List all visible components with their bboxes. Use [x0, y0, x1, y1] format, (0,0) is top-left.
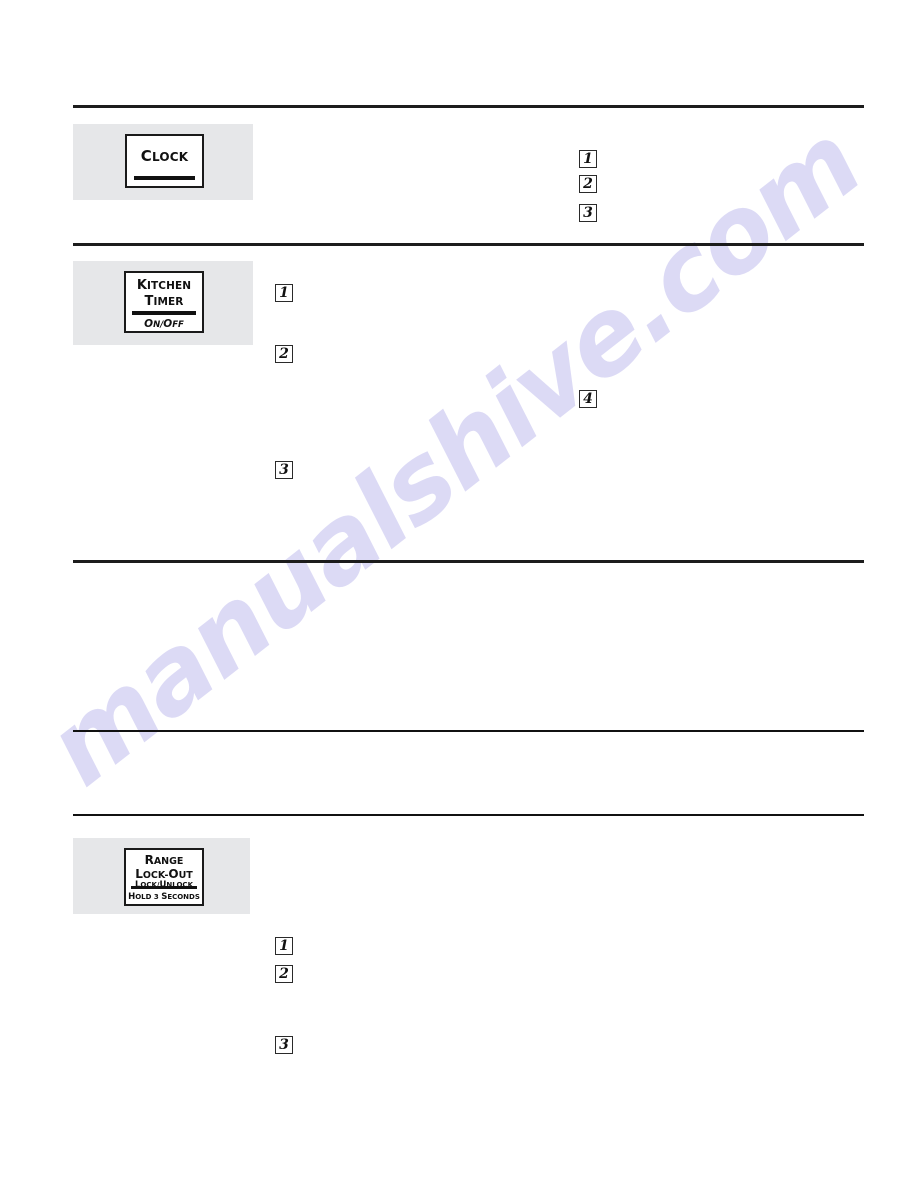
step-marker: 2: [579, 175, 597, 193]
step-marker: 1: [275, 284, 293, 302]
kitchen-timer-label-line2: TIMER: [144, 294, 184, 309]
step-marker: 3: [275, 1036, 293, 1054]
kitchen-timer-underbar: [132, 311, 196, 315]
rule-section-4: [73, 814, 864, 816]
kitchen-timer-onoff-label: ON/OFF: [144, 318, 184, 330]
kitchen-timer-label-line1: KITCHEN: [136, 278, 192, 293]
step-marker: 3: [275, 461, 293, 479]
step-marker: 2: [275, 345, 293, 363]
rule-clock-bottom: [73, 243, 864, 246]
rule-timer-bottom: [73, 560, 864, 563]
step-marker: 3: [579, 204, 597, 222]
range-lock-out-button[interactable]: RANGE LOCK-OUT LOCK/UNLOCK HOLD 3 SECOND…: [124, 848, 204, 906]
rule-top: [73, 105, 864, 108]
rule-section-3: [73, 730, 864, 732]
range-lock-out-hold-label: HOLD 3 SECONDS: [128, 892, 200, 902]
range-lock-out-label-line1: RANGE: [144, 853, 184, 867]
clock-button[interactable]: CLOCK: [125, 134, 204, 188]
page-content: CLOCK 1 2 3 KITCHEN TIMER ON/OFF 1 2 4 3…: [0, 0, 918, 1188]
range-lock-out-underbar: [131, 886, 197, 889]
step-marker: 4: [579, 390, 597, 408]
clock-button-label: CLOCK: [140, 147, 189, 165]
range-lock-out-label-line2: LOCK-OUT: [135, 866, 193, 881]
step-marker: 1: [275, 937, 293, 955]
step-marker: 1: [579, 150, 597, 168]
step-marker: 2: [275, 965, 293, 983]
manual-page: manualshive.com CLOCK 1 2 3 KITCHEN TIME…: [0, 0, 918, 1188]
clock-button-underbar: [134, 176, 195, 180]
kitchen-timer-button[interactable]: KITCHEN TIMER ON/OFF: [124, 271, 204, 333]
